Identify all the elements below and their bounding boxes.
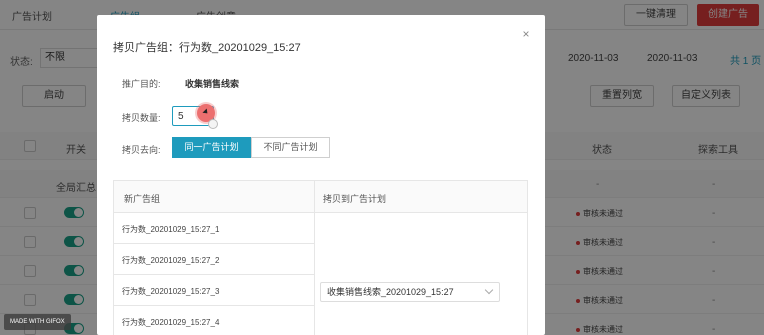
new-group-name: 行为数_20201029_15:27_2 bbox=[122, 256, 220, 265]
table-row: 行为数_20201029_15:27_3 bbox=[114, 275, 314, 306]
cursor-ring-icon bbox=[208, 119, 218, 129]
header-new-group: 新广告组 bbox=[124, 194, 161, 204]
gifox-watermark: MADE WITH GIFOX bbox=[4, 314, 71, 330]
copy-table: 新广告组 拷贝到广告计划 行为数_20201029_15:27_1 行为数_20… bbox=[113, 180, 528, 335]
new-group-name: 行为数_20201029_15:27_4 bbox=[122, 318, 220, 327]
table-row: 行为数_20201029_15:27_1 bbox=[114, 213, 314, 244]
dialog-title: 拷贝广告组：行为数_20201029_15:27 bbox=[113, 42, 301, 54]
direction-label: 拷贝去向: bbox=[122, 145, 161, 155]
target-plan-select[interactable]: 收集销售线索_20201029_15:27 bbox=[320, 282, 500, 302]
option-different-plan[interactable]: 不同广告计划 bbox=[251, 137, 330, 158]
target-plan-value: 收集销售线索_20201029_15:27 bbox=[327, 287, 454, 297]
new-group-name: 行为数_20201029_15:27_1 bbox=[122, 225, 220, 234]
column-divider bbox=[314, 181, 315, 335]
purpose-value: 收集销售线索 bbox=[185, 79, 240, 89]
table-row: 行为数_20201029_15:27_2 bbox=[114, 244, 314, 275]
purpose-label: 推广目的: bbox=[122, 79, 161, 89]
copy-table-header: 新广告组 拷贝到广告计划 bbox=[114, 181, 527, 213]
table-row: 行为数_20201029_15:27_4 bbox=[114, 306, 314, 335]
close-icon[interactable]: × bbox=[519, 27, 533, 41]
option-same-plan[interactable]: 同一广告计划 bbox=[172, 137, 251, 158]
chevron-down-icon bbox=[484, 285, 494, 295]
new-group-name: 行为数_20201029_15:27_3 bbox=[122, 287, 220, 296]
copy-ad-group-dialog: 拷贝广告组：行为数_20201029_15:27 × 推广目的: 收集销售线索 … bbox=[97, 15, 545, 335]
quantity-label: 拷贝数量: bbox=[122, 113, 161, 123]
header-copy-to-plan: 拷贝到广告计划 bbox=[323, 194, 387, 204]
